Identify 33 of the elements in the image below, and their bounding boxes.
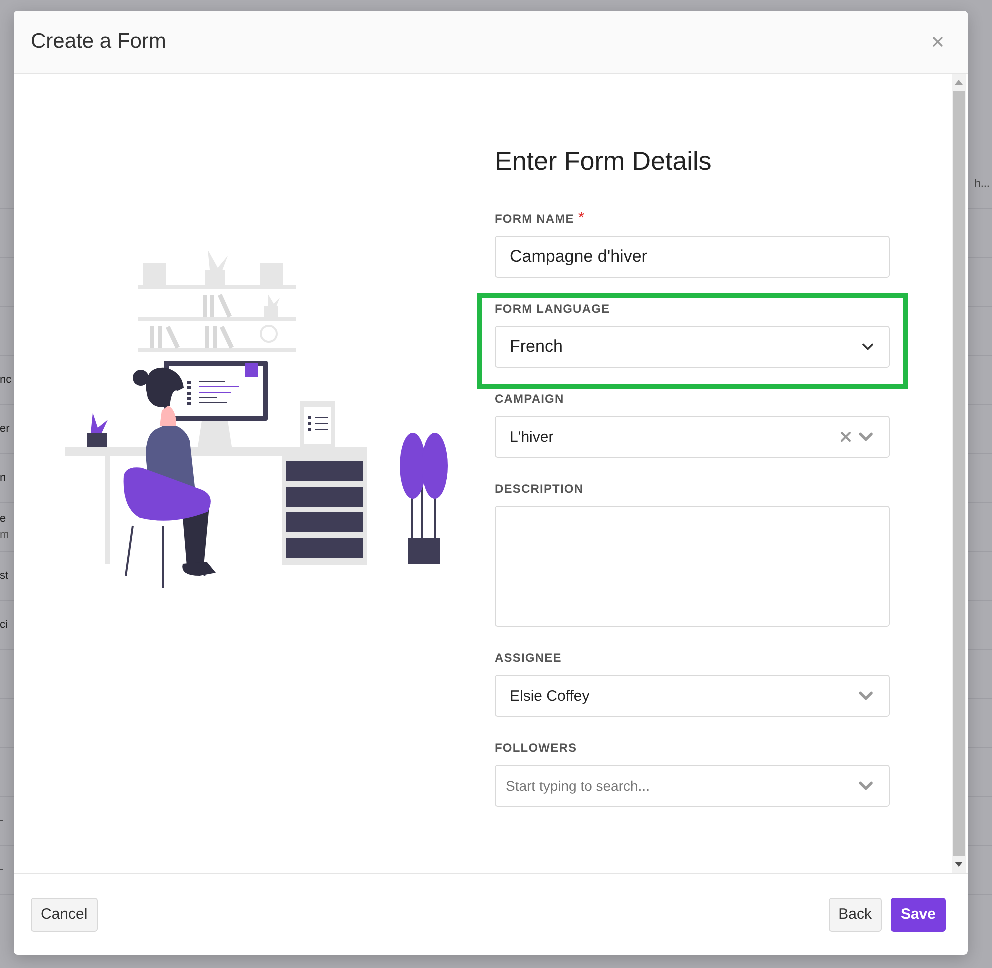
- background-text: h...: [974, 178, 990, 190]
- scrollbar[interactable]: [952, 74, 966, 873]
- text-field[interactable]: Campagne d'hiver: [495, 236, 890, 278]
- select-field[interactable]: French: [495, 326, 890, 368]
- background-text: n: [0, 471, 8, 486]
- field-label: ASSIGNEE: [495, 650, 562, 666]
- background-text: ci: [0, 618, 9, 633]
- scroll-up-icon[interactable]: [955, 80, 963, 85]
- clear-icon[interactable]: [838, 429, 854, 445]
- field-label: FORM NAME: [495, 211, 574, 227]
- field-label: FORM LANGUAGE: [495, 301, 610, 317]
- field-label: DESCRIPTION: [495, 481, 584, 497]
- field-label: FOLLOWERS: [495, 740, 578, 756]
- text-area[interactable]: [495, 506, 890, 627]
- background-text: m: [0, 528, 10, 543]
- combo-field[interactable]: L'hiver: [495, 416, 890, 458]
- background-text: st: [0, 569, 10, 584]
- background-text: -: [0, 863, 5, 878]
- background-text: e: [0, 512, 8, 527]
- combo-field[interactable]: Start typing to search...: [495, 765, 890, 807]
- secondary-button[interactable]: Cancel: [31, 898, 98, 932]
- primary-button[interactable]: Save: [890, 898, 946, 932]
- background-text: nc: [0, 373, 13, 388]
- background-text: -: [0, 814, 5, 829]
- form-heading: Enter Form Details: [495, 146, 713, 176]
- secondary-button[interactable]: Back: [828, 898, 882, 932]
- field-label: CAMPAIGN: [495, 391, 564, 407]
- scroll-down-icon[interactable]: [955, 862, 963, 867]
- combo-field[interactable]: Elsie Coffey: [495, 675, 890, 717]
- required-mark: *: [578, 210, 585, 228]
- dialog-title: Create a Form: [31, 30, 166, 54]
- close-button[interactable]: [930, 34, 946, 50]
- background-text: er: [0, 422, 11, 437]
